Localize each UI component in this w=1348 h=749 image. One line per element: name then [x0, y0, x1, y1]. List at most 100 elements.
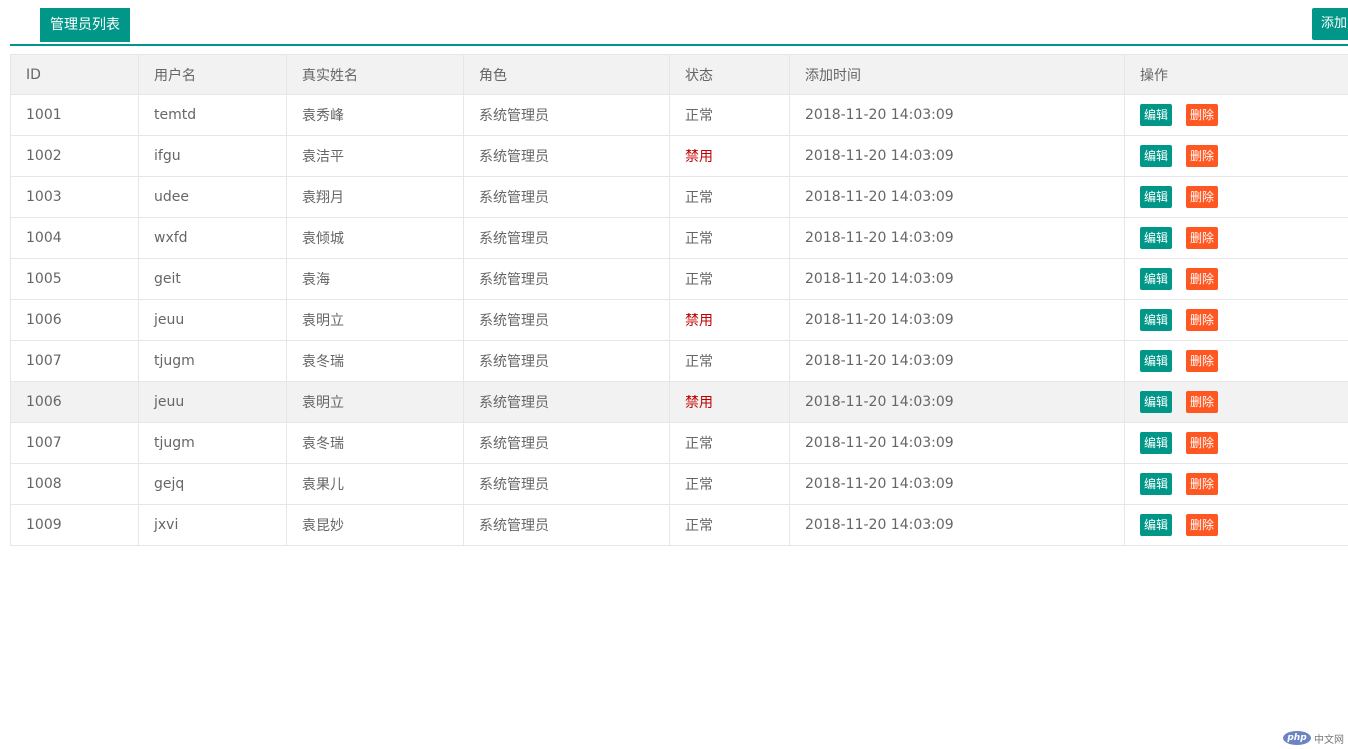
header-id: ID [10, 54, 139, 95]
cell-username: temtd [138, 94, 287, 136]
cell-status: 正常 [669, 422, 790, 464]
edit-button[interactable]: 编辑 [1140, 268, 1173, 290]
cell-time: 2018-11-20 14:03:09 [789, 217, 1125, 259]
cell-time: 2018-11-20 14:03:09 [789, 94, 1125, 136]
edit-button[interactable]: 编辑 [1140, 227, 1173, 249]
status-text: 正常 [685, 272, 713, 288]
status-text: 禁用 [685, 395, 713, 411]
cell-role: 系统管理员 [463, 381, 670, 423]
cell-actions: 编辑 删除 [1124, 422, 1348, 464]
cell-id: 1004 [10, 217, 139, 259]
cell-realname: 袁翔月 [286, 176, 464, 218]
edit-button[interactable]: 编辑 [1140, 432, 1173, 454]
delete-button[interactable]: 删除 [1186, 268, 1219, 290]
table-row: 1003 udee 袁翔月 系统管理员 正常 2018-11-20 14:03:09 编辑删… [10, 176, 1348, 218]
cell-role: 系统管理员 [463, 504, 670, 546]
cell-username: jeuu [138, 381, 287, 423]
cell-id: 1006 [10, 381, 139, 423]
cell-role: 系统管理员 [463, 422, 670, 464]
delete-button[interactable]: 删除 [1186, 227, 1219, 249]
status-text: 正常 [685, 231, 713, 247]
delete-button[interactable]: 删除 [1186, 391, 1219, 413]
cell-id: 1003 [10, 176, 139, 218]
cell-id: 1007 [10, 422, 139, 464]
header-status: 状态 [669, 54, 790, 95]
cell-username: wxfd [138, 217, 287, 259]
delete-button[interactable]: 删除 [1186, 432, 1219, 454]
delete-button[interactable]: 删除 [1186, 473, 1219, 495]
cell-status: 正常 [669, 340, 790, 382]
edit-button[interactable]: 编辑 [1140, 186, 1173, 208]
status-text: 正常 [685, 354, 713, 370]
delete-button[interactable]: 删除 [1186, 350, 1219, 372]
cell-actions: 编辑 删除 [1124, 340, 1348, 382]
add-button[interactable]: 添加 [1312, 8, 1348, 40]
status-text: 正常 [685, 518, 713, 534]
cell-status: 禁用 [669, 381, 790, 423]
cell-realname: 袁明立 [286, 299, 464, 341]
header-role: 角色 [463, 54, 670, 95]
cell-username: jxvi [138, 504, 287, 546]
cell-time: 2018-11-20 14:03:09 [789, 463, 1125, 505]
status-text: 禁用 [685, 149, 713, 165]
cell-username: tjugm [138, 340, 287, 382]
cell-realname: 袁果儿 [286, 463, 464, 505]
edit-button[interactable]: 编辑 [1140, 309, 1173, 331]
delete-button[interactable]: 删除 [1186, 309, 1219, 331]
cell-realname: 袁倾城 [286, 217, 464, 259]
header-realname: 真实姓名 [286, 54, 464, 95]
cell-id: 1008 [10, 463, 139, 505]
edit-button[interactable]: 编辑 [1140, 473, 1173, 495]
cell-realname: 袁冬瑞 [286, 422, 464, 464]
edit-button[interactable]: 编辑 [1140, 145, 1173, 167]
status-text: 禁用 [685, 313, 713, 329]
cell-actions: 编辑 删除 [1124, 504, 1348, 546]
table-row: 1001 temtd 袁秀峰 系统管理员 正常 2018-11-20 14:03:09 编辑… [10, 94, 1348, 136]
cell-status: 禁用 [669, 299, 790, 341]
cell-actions: 编辑 删除 [1124, 258, 1348, 300]
cell-status: 禁用 [669, 135, 790, 177]
cell-role: 系统管理员 [463, 94, 670, 136]
cell-time: 2018-11-20 14:03:09 [789, 176, 1125, 218]
watermark-text: 中文网 [1314, 734, 1344, 746]
delete-button[interactable]: 删除 [1186, 145, 1219, 167]
delete-button[interactable]: 删除 [1186, 104, 1219, 126]
delete-button[interactable]: 删除 [1186, 186, 1219, 208]
cell-role: 系统管理员 [463, 299, 670, 341]
cell-time: 2018-11-20 14:03:09 [789, 258, 1125, 300]
php-logo: php [1283, 731, 1311, 745]
edit-button[interactable]: 编辑 [1140, 391, 1173, 413]
cell-actions: 编辑 删除 [1124, 94, 1348, 136]
cell-id: 1006 [10, 299, 139, 341]
cell-actions: 编辑 删除 [1124, 217, 1348, 259]
table-row: 1009 jxvi 袁昆妙 系统管理员 正常 2018-11-20 14:03:09 编辑删… [10, 504, 1348, 546]
tab-admin-list[interactable]: 管理员列表 [40, 8, 130, 42]
cell-username: geit [138, 258, 287, 300]
cell-role: 系统管理员 [463, 340, 670, 382]
cell-realname: 袁秀峰 [286, 94, 464, 136]
edit-button[interactable]: 编辑 [1140, 514, 1173, 536]
table-row: 1006 jeuu 袁明立 系统管理员 禁用 2018-11-20 14:03:09 编辑删… [10, 299, 1348, 341]
table-row: 1008 gejq 袁果儿 系统管理员 正常 2018-11-20 14:03:09 编辑删… [10, 463, 1348, 505]
cell-role: 系统管理员 [463, 463, 670, 505]
cell-id: 1005 [10, 258, 139, 300]
cell-realname: 袁明立 [286, 381, 464, 423]
delete-button[interactable]: 删除 [1186, 514, 1219, 536]
cell-time: 2018-11-20 14:03:09 [789, 340, 1125, 382]
cell-time: 2018-11-20 14:03:09 [789, 422, 1125, 464]
cell-status: 正常 [669, 217, 790, 259]
table-row: 1006 jeuu 袁明立 系统管理员 禁用 2018-11-20 14:03:09 编辑删… [10, 381, 1348, 423]
cell-time: 2018-11-20 14:03:09 [789, 299, 1125, 341]
cell-role: 系统管理员 [463, 217, 670, 259]
cell-actions: 编辑 删除 [1124, 381, 1348, 423]
cell-status: 正常 [669, 463, 790, 505]
cell-status: 正常 [669, 258, 790, 300]
edit-button[interactable]: 编辑 [1140, 350, 1173, 372]
cell-id: 1001 [10, 94, 139, 136]
status-text: 正常 [685, 477, 713, 493]
table-header-row: ID 用户名 真实姓名 角色 状态 添加时间 操作 [10, 54, 1348, 95]
edit-button[interactable]: 编辑 [1140, 104, 1173, 126]
status-text: 正常 [685, 108, 713, 124]
tab-bar: 管理员列表 添加 [10, 8, 1348, 46]
cell-username: udee [138, 176, 287, 218]
